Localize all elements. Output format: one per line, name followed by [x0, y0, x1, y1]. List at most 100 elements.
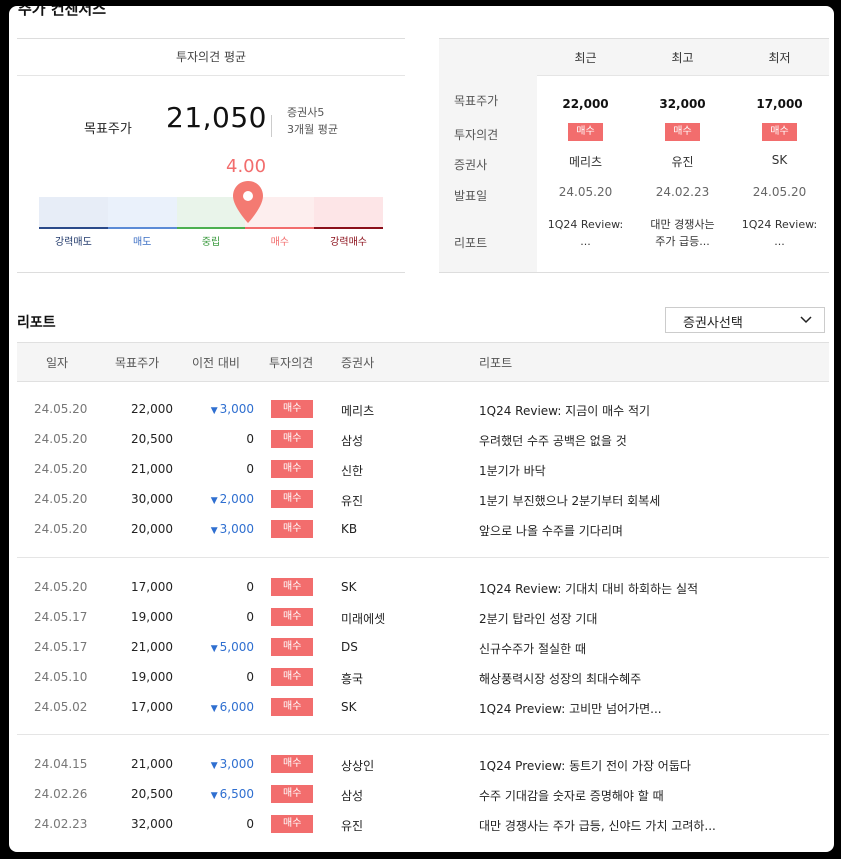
row-report-link[interactable]: 2분기 탑라인 성장 기대 [479, 610, 597, 627]
row-date: 24.02.26 [34, 787, 88, 801]
row-label-target: 목표주가 [454, 94, 499, 108]
row-label-broker: 증권사 [454, 158, 488, 172]
comparison-date: 24.05.20 [558, 185, 613, 199]
row-broker: 유진 [341, 819, 364, 833]
comparison-target-value: 22,000 [562, 97, 609, 111]
row-target-price: 20,000 [131, 522, 173, 536]
opinion-badge: 매수 [271, 490, 314, 508]
row-date: 24.05.17 [34, 610, 88, 624]
table-row[interactable]: 24.05.17 21,000 ▼ 5,000 매수 DS 신규수주가 절실한 때 [17, 633, 829, 663]
row-diff: 0 [177, 817, 254, 831]
row-diff-value: 0 [246, 462, 254, 476]
row-report-link[interactable]: 신규수주가 절실한 때 [479, 640, 586, 657]
col-diff: 이전 대비 [192, 356, 240, 370]
comparison-report-line2[interactable]: ... [537, 234, 634, 250]
table-row[interactable]: 24.05.20 20,500 0 매수 삼성 우려했던 수주 공백은 없을 것 [17, 425, 829, 455]
row-report-link[interactable]: 1Q24 Preview: 동트기 전이 가장 어둡다 [479, 757, 691, 774]
target-price-label: 목표주가 [84, 122, 132, 137]
table-row[interactable]: 24.05.10 19,000 0 매수 흥국 해상풍력시장 성장의 최대수혜주 [17, 663, 829, 693]
row-opinion: 매수 [271, 755, 314, 773]
row-date: 24.04.15 [34, 757, 88, 771]
table-row[interactable]: 24.05.02 17,000 ▼ 6,000 매수 SK 1Q24 Preview: 고비… [17, 693, 829, 723]
row-report-link[interactable]: 수주 기대감을 숫자로 증명해야 할 때 [479, 787, 664, 804]
comparison-report-line2[interactable]: 주가 급등... [634, 234, 731, 250]
row-report-link[interactable]: 앞으로 나올 수주를 기다리며 [479, 522, 623, 539]
table-row[interactable]: 24.02.23 32,000 0 매수 유진 대만 경쟁사는 주가 급등, 신야드 가치… [17, 810, 829, 840]
table-row[interactable]: 24.02.26 20,500 ▼ 6,500 매수 삼성 수주 기대감을 숫자로 증명해야… [17, 780, 829, 810]
row-opinion: 매수 [271, 668, 314, 686]
row-opinion: 매수 [271, 400, 314, 418]
scale-segment [314, 197, 383, 228]
row-diff-value: 5,000 [219, 640, 254, 654]
comparison-date: 24.02.23 [655, 185, 710, 199]
col-target: 목표주가 [115, 356, 160, 370]
comparison-report-line1[interactable]: 대만 경쟁사는 [634, 217, 731, 233]
divider [271, 115, 272, 137]
scale-label: 매수 [270, 237, 289, 248]
comparison-broker: 유진 [671, 155, 694, 169]
table-row[interactable]: 24.05.20 22,000 ▼ 3,000 매수 메리츠 1Q24 Review: 지금… [17, 395, 829, 425]
row-opinion: 매수 [271, 520, 314, 538]
opinion-badge: 매수 [271, 400, 314, 418]
opinion-badge: 매수 [665, 123, 700, 141]
down-arrow-icon: ▼ [210, 791, 218, 801]
row-date: 24.05.17 [34, 640, 88, 654]
row-diff-value: 2,000 [219, 492, 254, 506]
row-target-price: 22,000 [131, 402, 173, 416]
opinion-badge: 매수 [762, 123, 797, 141]
row-diff: ▼ 2,000 [177, 492, 254, 506]
table-row[interactable]: 24.05.20 30,000 ▼ 2,000 매수 유진 1분기 부진했으나 2분기부터 … [17, 485, 829, 515]
row-target-price: 19,000 [131, 670, 173, 684]
row-report-link[interactable]: 1Q24 Review: 지금이 매수 적기 [479, 402, 650, 419]
row-date: 24.05.20 [34, 462, 88, 476]
opinion-badge: 매수 [271, 608, 314, 626]
scale-label: 중립 [201, 237, 221, 248]
comparison-report-line1[interactable]: 1Q24 Review: [537, 217, 634, 233]
row-report-link[interactable]: 해상풍력시장 성장의 최대수혜주 [479, 670, 641, 687]
row-report-link[interactable]: 우려했던 수주 공백은 없을 것 [479, 432, 627, 449]
table-row[interactable]: 24.05.20 20,000 ▼ 3,000 매수 KB 앞으로 나올 수주를 기다리며 [17, 515, 829, 545]
row-report-link[interactable]: 1Q24 Review: 기대치 대비 하회하는 실적 [479, 580, 698, 597]
down-arrow-icon: ▼ [210, 704, 218, 714]
chevron-down-icon [800, 316, 812, 324]
comparison-report-line2[interactable]: ... [731, 234, 828, 250]
opinion-badge: 매수 [271, 698, 314, 716]
row-diff-value: 0 [246, 670, 254, 684]
row-diff-value: 6,500 [219, 787, 254, 801]
comparison-target-value: 17,000 [756, 97, 803, 111]
row-broker: 상상인 [341, 759, 375, 773]
table-row[interactable]: 24.05.20 21,000 0 매수 신한 1분기가 바닥 [17, 455, 829, 485]
row-diff-value: 3,000 [219, 402, 254, 416]
opinion-badge: 매수 [271, 460, 314, 478]
scale-segment-line [176, 227, 246, 229]
row-broker: DS [341, 640, 358, 654]
scale-segment-line [314, 227, 383, 229]
row-target-price: 21,000 [131, 640, 173, 654]
row-target-price: 21,000 [131, 757, 173, 771]
row-report-link[interactable]: 대만 경쟁사는 주가 급등, 신야드 가치 고려하... [479, 817, 716, 834]
row-diff: ▼ 6,500 [177, 787, 254, 801]
row-broker: 신한 [341, 464, 364, 478]
row-opinion: 매수 [271, 608, 314, 626]
opinion-badge: 매수 [271, 638, 314, 656]
row-report-link[interactable]: 1분기가 바닥 [479, 462, 546, 479]
group-divider [17, 557, 829, 558]
row-diff: 0 [177, 670, 254, 684]
row-diff: ▼ 3,000 [177, 522, 254, 536]
row-report-link[interactable]: 1Q24 Preview: 고비만 넘어가면... [479, 700, 662, 717]
row-diff-value: 0 [246, 580, 254, 594]
col-opinion: 투자의견 [269, 356, 314, 370]
row-label-opinion: 투자의견 [454, 128, 499, 142]
row-opinion: 매수 [271, 490, 314, 508]
row-date: 24.02.23 [34, 817, 88, 831]
row-opinion: 매수 [271, 578, 314, 596]
comparison-report-line1[interactable]: 1Q24 Review: [731, 217, 828, 233]
row-report-link[interactable]: 1분기 부진했으나 2분기부터 회복세 [479, 492, 660, 509]
table-row[interactable]: 24.04.15 21,000 ▼ 3,000 매수 상상인 1Q24 Preview: 동… [17, 750, 829, 780]
table-row[interactable]: 24.05.20 17,000 0 매수 SK 1Q24 Review: 기대치 대비 하… [17, 573, 829, 603]
row-opinion: 매수 [271, 460, 314, 478]
section-title: 주가 컨센서스 [18, 6, 107, 18]
opinion-badge: 매수 [568, 123, 603, 141]
broker-select-dropdown[interactable]: 증권사선택 [665, 307, 825, 333]
table-row[interactable]: 24.05.17 19,000 0 매수 미래에셋 2분기 탑라인 성장 기대 [17, 603, 829, 633]
